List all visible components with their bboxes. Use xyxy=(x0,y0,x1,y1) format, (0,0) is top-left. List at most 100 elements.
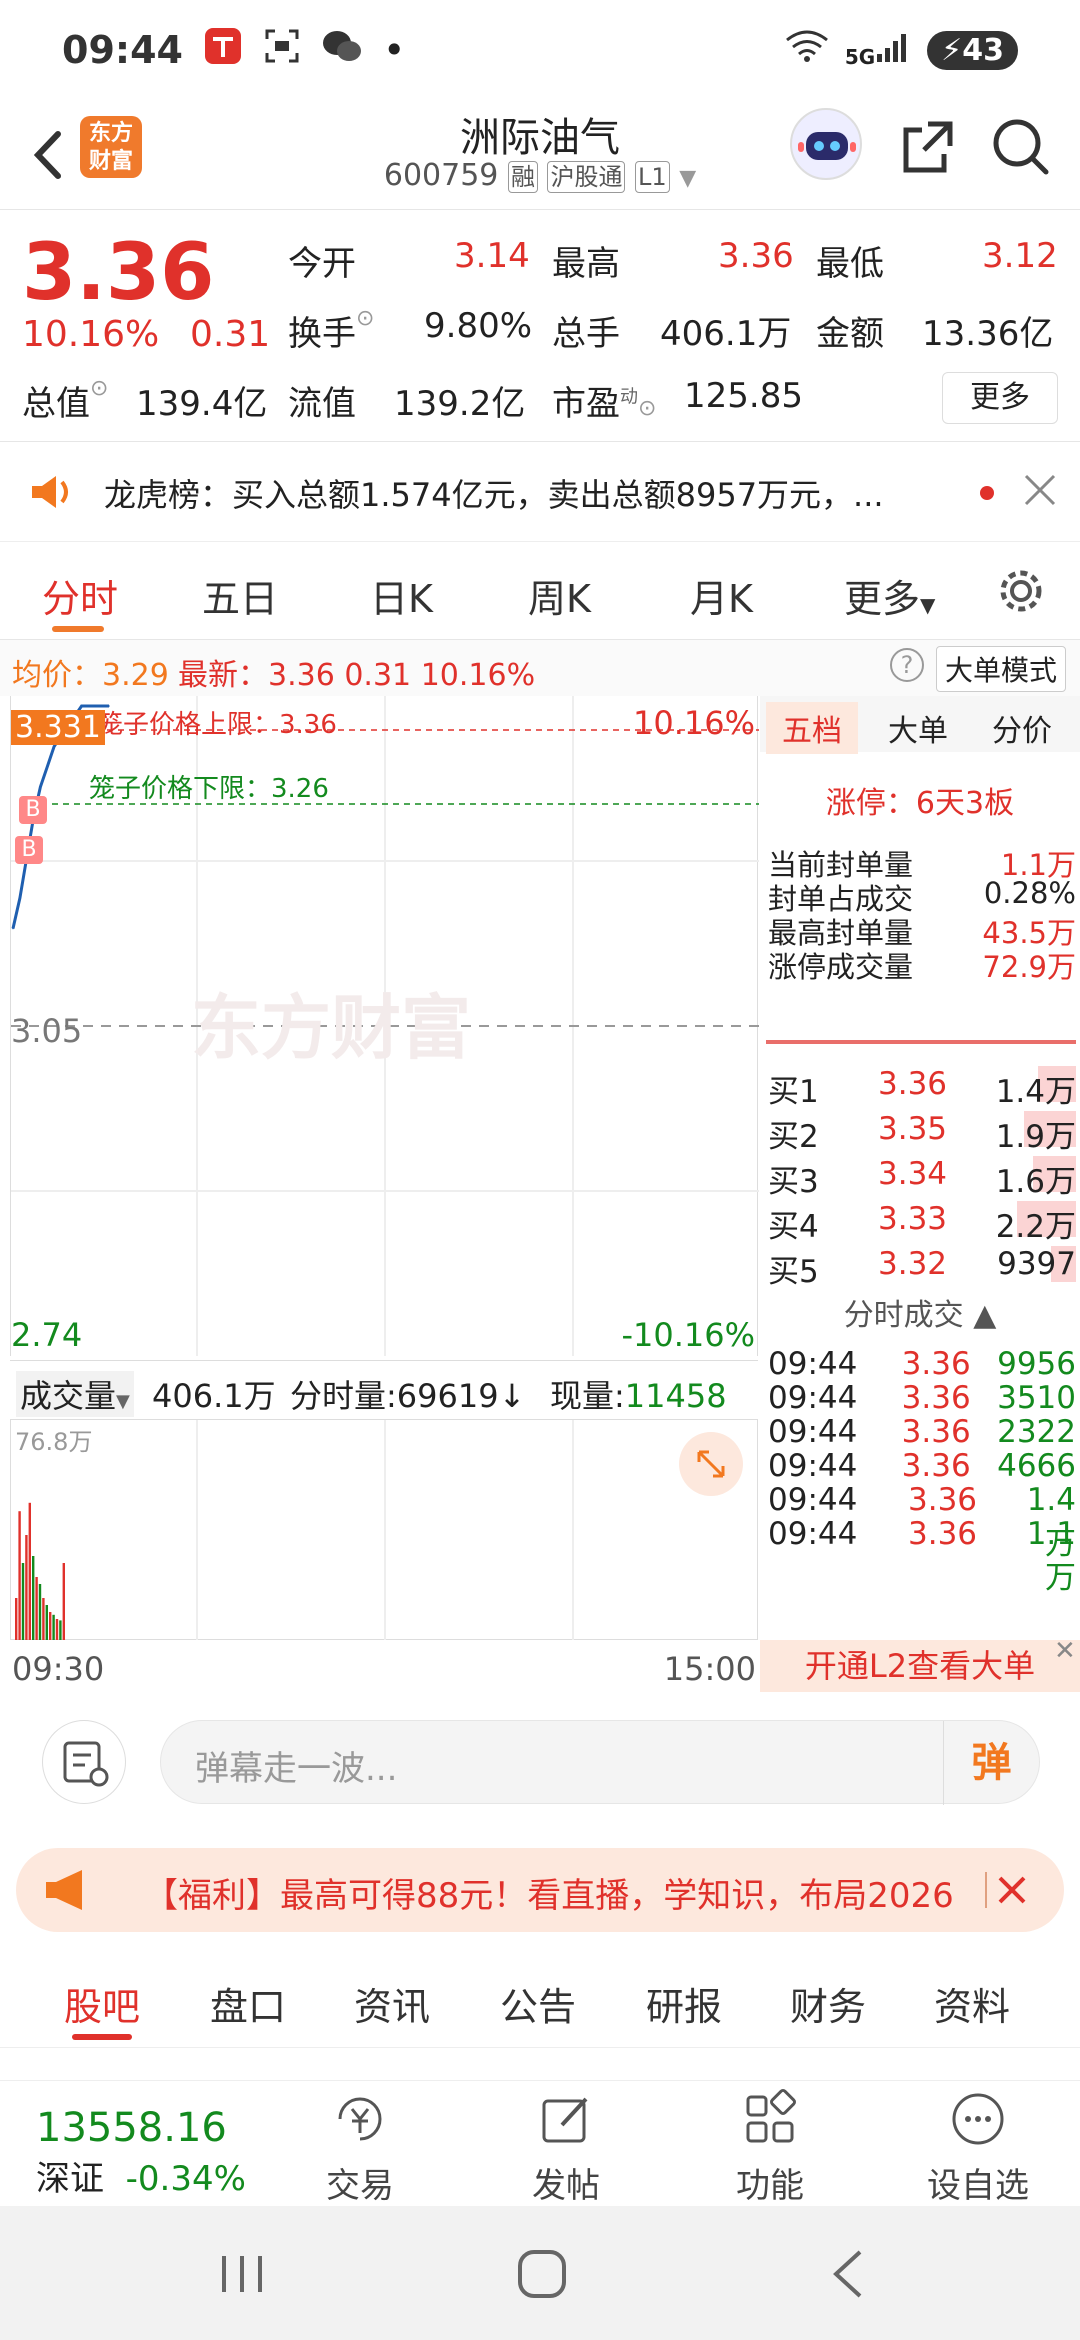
tab-intraday[interactable]: 分时 xyxy=(42,568,118,623)
info-icon: ⊙ xyxy=(356,306,375,331)
trade-icon xyxy=(338,2097,382,2141)
dot-icon: • xyxy=(382,28,406,72)
volume-bar xyxy=(62,1563,65,1640)
limit-up-info: 涨停：6天3板 xyxy=(825,786,1015,821)
close-icon[interactable] xyxy=(1022,472,1058,512)
trade-volume: 2322 xyxy=(997,1414,1076,1450)
assistant-robot-icon[interactable] xyxy=(790,108,862,180)
change-amount: 0.31 xyxy=(190,314,271,355)
trade-price: 3.36 xyxy=(901,1414,971,1450)
bid-volume: 1.6万 xyxy=(978,1156,1076,1200)
volume-chart[interactable]: 76.8万 xyxy=(10,1420,758,1640)
expand-button[interactable] xyxy=(679,1432,743,1496)
bid-row[interactable]: 买3 3.34 1.6万 xyxy=(768,1156,1076,1200)
bid-label: 买4 xyxy=(768,1209,819,1245)
danmaku-settings-button[interactable] xyxy=(42,1720,126,1804)
tab-five-levels[interactable]: 五档 xyxy=(766,702,858,754)
turnover-label[interactable]: 换手⊙ xyxy=(288,306,374,355)
trade-volume: 3510 xyxy=(997,1380,1076,1416)
trade-row: 09:44 3.36 2322 xyxy=(768,1414,1076,1450)
price-point xyxy=(39,786,42,788)
nav-functions[interactable]: 功能 xyxy=(710,2089,830,2207)
tab-research[interactable]: 研报 xyxy=(646,1976,722,2031)
top-pct-label: 10.16% xyxy=(632,704,755,742)
expand-icon xyxy=(697,1450,725,1478)
trade-time: 09:44 xyxy=(768,1380,858,1416)
intraday-chart[interactable]: 东方财富 笼子价格上限：3.36 笼子价格下限：3.26 3.331 10.16… xyxy=(10,696,759,1356)
trades-title[interactable]: 分时成交 ▲ xyxy=(760,1290,1080,1334)
current-price: 3.36 xyxy=(22,228,215,318)
danmaku-list-icon xyxy=(63,1741,109,1787)
send-danmaku-button[interactable]: 弹 xyxy=(943,1721,1039,1805)
trade-time: 09:44 xyxy=(768,1448,858,1484)
status-time: 09:44 xyxy=(62,28,183,72)
settings-button[interactable] xyxy=(996,566,1046,620)
tab-announcements[interactable]: 公告 xyxy=(500,1976,576,2031)
buy-marker[interactable]: B xyxy=(15,836,43,864)
tab-price-dist[interactable]: 分价 xyxy=(992,706,1052,750)
nav-add-watchlist[interactable]: 设自选 xyxy=(918,2089,1038,2207)
section-divider xyxy=(766,1040,1076,1044)
close-icon[interactable] xyxy=(984,1866,1032,1918)
tab-more[interactable]: 更多▼ xyxy=(844,568,935,623)
search-button[interactable] xyxy=(990,116,1050,176)
close-icon[interactable]: ✕ xyxy=(1054,1636,1076,1666)
stat-label: 涨停成交量 xyxy=(768,950,914,984)
promo-banner[interactable]: 【福利】最高可得88元！看直播，学知识，布局2026 xyxy=(16,1848,1064,1932)
trade-row: 09:44 3.36 3510 xyxy=(768,1380,1076,1416)
tab-week-k[interactable]: 周K xyxy=(528,568,591,623)
amount-label: 金额 xyxy=(816,314,884,354)
pe-label[interactable]: 市盈动⊙ xyxy=(552,376,656,425)
volume-bar xyxy=(32,1556,35,1640)
share-button[interactable] xyxy=(898,116,958,176)
more-button[interactable]: 更多 xyxy=(942,372,1058,424)
gear-icon xyxy=(1000,570,1042,612)
tab-five-day[interactable]: 五日 xyxy=(202,568,278,623)
content-tabs: 股吧 盘口 资讯 公告 研报 财务 资料 xyxy=(0,1948,1080,2048)
nav-trade[interactable]: 交易 xyxy=(300,2089,420,2207)
bid-label: 买5 xyxy=(768,1254,819,1290)
megaphone-icon xyxy=(42,1868,92,1916)
bid-row[interactable]: 买2 3.35 1.9万 xyxy=(768,1111,1076,1155)
volume-bar xyxy=(28,1502,31,1640)
volume-bar xyxy=(59,1620,62,1640)
buy-marker[interactable]: B xyxy=(19,796,47,824)
danmaku-input[interactable]: 弹幕走一波... 弹 xyxy=(160,1720,1040,1805)
l2-promo-button[interactable]: 开通L2查看大单 xyxy=(760,1640,1080,1692)
trade-volume: 1.1万 xyxy=(1026,1516,1076,1596)
stat-value: 72.9万 xyxy=(982,950,1076,984)
trade-time: 09:44 xyxy=(768,1516,858,1552)
quote-panel: 3.36 10.16% 0.31 今开 3.14 最高 3.36 最低 3.12… xyxy=(0,210,1080,442)
tab-news[interactable]: 资讯 xyxy=(354,1976,430,2031)
speaker-icon xyxy=(28,472,74,516)
watermark: 东方财富 xyxy=(191,987,471,1069)
volume-dropdown[interactable]: 成交量▼ xyxy=(16,1371,134,1417)
big-order-mode-button[interactable]: 大单模式 xyxy=(936,646,1067,692)
status-bar: 09:44 • 5G ⚡43 xyxy=(0,0,1080,100)
danmaku-bar: 弹幕走一波... 弹 xyxy=(0,1698,1080,1838)
battery-indicator: ⚡43 xyxy=(927,30,1018,70)
bottom-nav: 13558.16 深证 -0.34% 交易 发帖 功能 设自选 xyxy=(0,2080,1080,2206)
tab-finance[interactable]: 财务 xyxy=(790,1976,866,2031)
recent-apps-button[interactable] xyxy=(218,2252,266,2300)
tab-big-orders[interactable]: 大单 xyxy=(888,706,948,750)
signal-icon: 5G xyxy=(845,32,911,69)
home-button[interactable] xyxy=(516,2248,568,2304)
index-ticker[interactable]: 13558.16 深证 -0.34% xyxy=(36,2105,266,2200)
tab-handicap[interactable]: 盘口 xyxy=(210,1976,286,2031)
dragon-tiger-banner[interactable]: 龙虎榜：买入总额1.574亿元，卖出总额8957万元，... xyxy=(0,442,1080,542)
help-icon[interactable]: ? xyxy=(890,648,924,682)
latest-price: 最新：3.36 0.31 10.16% xyxy=(178,658,536,693)
tab-month-k[interactable]: 月K xyxy=(690,568,753,623)
market-cap-label[interactable]: 总值⊙ xyxy=(22,376,108,425)
bottom-price-label: 2.74 xyxy=(11,1316,83,1354)
bid-row[interactable]: 买1 3.36 1.4万 xyxy=(768,1066,1076,1110)
bid-row[interactable]: 买4 3.33 2.2万 xyxy=(768,1201,1076,1245)
bid-row[interactable]: 买5 3.32 9397 xyxy=(768,1246,1076,1290)
tab-forum[interactable]: 股吧 xyxy=(64,1976,140,2031)
tab-profile[interactable]: 资料 xyxy=(934,1976,1010,2031)
nav-post[interactable]: 发帖 xyxy=(506,2089,626,2207)
back-nav-button[interactable] xyxy=(826,2246,870,2306)
tab-day-k[interactable]: 日K xyxy=(370,568,433,623)
info-icon: ⊙ xyxy=(638,396,657,421)
